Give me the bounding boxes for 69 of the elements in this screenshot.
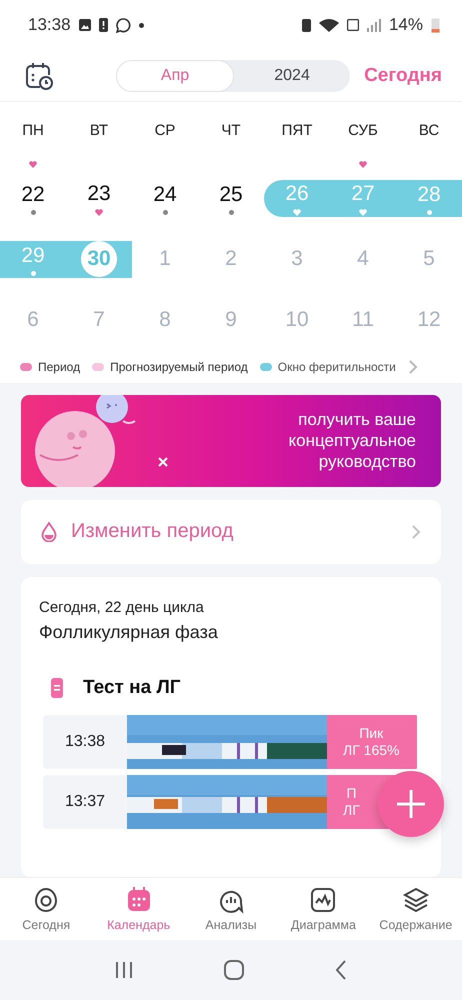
calendar-day[interactable]: 1 — [159, 246, 171, 272]
calendar-day[interactable]: 5 — [423, 246, 435, 272]
calendar-day[interactable]: 9 — [225, 307, 237, 334]
nav-tab[interactable]: Сегодня — [0, 878, 92, 940]
nav-tab[interactable]: Анализы — [184, 878, 278, 940]
status-time: 13:38 — [28, 15, 71, 36]
calendar-day[interactable]: 8 — [159, 307, 171, 334]
weekday-label: ВТ — [88, 122, 110, 139]
calendar-day[interactable]: 25 — [219, 182, 243, 208]
dot-icon — [138, 22, 144, 28]
home-icon[interactable] — [222, 958, 245, 981]
banner-text: получить ваше концептуальное руководство — [288, 409, 416, 472]
weekday-label: ПЯТ — [280, 122, 314, 139]
calendar-day[interactable]: 12 — [417, 307, 441, 334]
calendar-day[interactable]: 26 — [285, 181, 309, 207]
cycle-phase: Фолликулярная фаза — [39, 622, 219, 643]
calendar-day[interactable]: 22 — [21, 182, 45, 208]
calendar-day[interactable]: 11 — [352, 307, 374, 334]
calendar-day[interactable]: 23 — [87, 181, 111, 207]
weekday-label: ВС — [418, 122, 440, 139]
plus-icon — [395, 788, 427, 820]
legend-label: Период — [38, 360, 80, 374]
weekday-label: СУБ — [347, 122, 379, 139]
calendar-day[interactable]: 24 — [153, 182, 177, 208]
weekday-label: СР — [154, 122, 176, 139]
recents-icon[interactable] — [114, 960, 134, 980]
calendar-day[interactable]: 4 — [357, 246, 369, 272]
calendar-day[interactable]: 10 — [285, 307, 309, 334]
edit-period-button[interactable]: Изменить период — [21, 500, 441, 564]
today-button[interactable]: Сегодня — [364, 64, 442, 87]
signal-icon — [366, 18, 381, 32]
alert-icon — [98, 18, 108, 32]
drop-icon — [41, 522, 57, 542]
cycle-day-text: Сегодня, 22 день цикла — [39, 598, 205, 616]
calendar-day[interactable]: 30 — [81, 241, 117, 278]
nav-tab[interactable]: Диаграмма — [277, 878, 370, 940]
pulse-chart-icon — [309, 886, 338, 914]
battery-icon — [431, 17, 440, 34]
sparkle-icon — [158, 456, 168, 467]
month-year-tab[interactable]: 2024 — [234, 60, 350, 92]
legend-label: Прогнозируемый период — [110, 360, 248, 374]
test-strip-icon — [51, 678, 63, 698]
chat-icon — [116, 18, 131, 33]
back-icon[interactable] — [334, 958, 348, 981]
calendar-day[interactable]: 27 — [351, 181, 375, 207]
calendar-day[interactable]: 2 — [225, 246, 237, 272]
month-year-tab[interactable]: Апр — [116, 60, 234, 92]
calendar-day[interactable]: 6 — [27, 307, 39, 334]
calendar-day[interactable]: 29 — [21, 242, 45, 269]
guide-banner[interactable]: получить ваше концептуальное руководство — [21, 394, 441, 487]
sim-icon — [302, 18, 311, 32]
legend-label: Окно феритильности — [278, 360, 396, 374]
weekday-label: ЧТ — [220, 122, 242, 139]
section-title: Тест на ЛГ — [83, 676, 181, 699]
layers-icon — [402, 886, 430, 914]
test-time: 13:37 — [43, 774, 127, 829]
test-time: 13:38 — [43, 714, 127, 769]
calendar-day[interactable]: 7 — [93, 307, 105, 334]
weekday-label: ПН — [21, 122, 45, 139]
chevron-right-icon — [411, 524, 421, 540]
nav-tab[interactable]: Календарь — [92, 878, 185, 940]
nav-tab[interactable]: Содержание — [370, 878, 462, 940]
image-icon — [78, 19, 91, 32]
result-badge: Пик ЛГ 165% — [327, 714, 417, 769]
calendar-day[interactable]: 3 — [291, 246, 303, 272]
calendar-clock-icon[interactable] — [24, 60, 54, 91]
wifi-icon — [318, 18, 339, 32]
calendar-day[interactable]: 28 — [417, 182, 441, 208]
battery-percent: 14% — [388, 15, 423, 36]
